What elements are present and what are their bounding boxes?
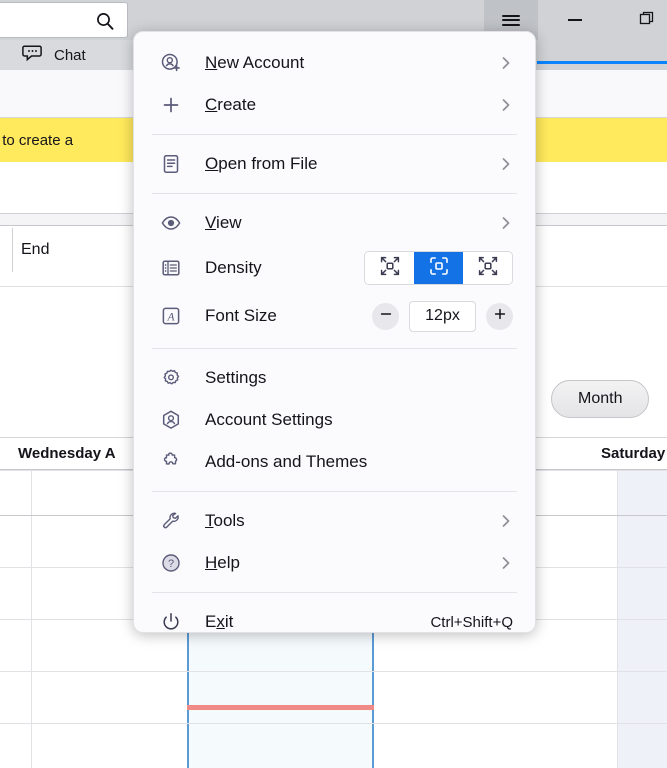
menu-item-font-size: A Font Size 12px	[134, 292, 535, 340]
search-icon	[95, 11, 115, 31]
menu-separator	[152, 193, 517, 194]
chevron-right-icon	[499, 216, 513, 230]
chevron-right-icon	[499, 98, 513, 112]
menu-separator	[152, 348, 517, 349]
menu-item-view[interactable]: View	[134, 202, 535, 244]
chevron-right-icon	[499, 157, 513, 171]
app-menu-panel: New Account Create Open fro	[133, 31, 536, 633]
font-size-decrease-button[interactable]	[372, 303, 399, 330]
menu-item-new-account-label: New Account	[205, 53, 304, 73]
density-option-relaxed[interactable]	[463, 252, 512, 284]
menu-item-open-from-file-label: Open from File	[205, 154, 317, 174]
menu-item-font-size-label: Font Size	[205, 306, 277, 326]
plus-icon	[492, 306, 508, 327]
account-icon	[160, 409, 182, 431]
menu-item-settings[interactable]: Settings	[134, 357, 535, 399]
density-icon	[160, 257, 182, 279]
menu-item-new-account[interactable]: New Account	[134, 42, 535, 84]
chat-bubble-icon	[22, 43, 44, 68]
menu-item-create[interactable]: Create	[134, 84, 535, 126]
menu-item-help-label: Help	[205, 553, 240, 573]
document-icon	[160, 153, 182, 175]
calendar-day-header-wednesday: Wednesday A	[18, 445, 116, 462]
font-size-icon: A	[160, 305, 182, 327]
density-compact-icon	[378, 254, 402, 283]
new-account-icon	[160, 52, 182, 74]
menu-item-tools-label: Tools	[205, 511, 245, 531]
menu-item-open-from-file[interactable]: Open from File	[134, 143, 535, 185]
end-cell: End	[12, 228, 49, 272]
menu-item-density-label: Density	[205, 258, 262, 278]
density-default-icon	[427, 254, 451, 283]
menu-item-account-settings-label: Account Settings	[205, 410, 333, 430]
power-icon	[160, 611, 182, 633]
tab-chat-label: Chat	[54, 47, 86, 64]
screen: Chat w one to create a End Month Wednesd…	[0, 0, 667, 768]
menu-separator	[152, 491, 517, 492]
density-segmented-control[interactable]	[364, 251, 513, 285]
wrench-icon	[160, 510, 182, 532]
menu-item-create-label: Create	[205, 95, 256, 115]
restore-icon	[639, 10, 655, 31]
chevron-right-icon	[499, 556, 513, 570]
menu-item-exit-shortcut: Ctrl+Shift+Q	[430, 614, 513, 631]
menu-item-exit-label: Exit	[205, 612, 233, 632]
hamburger-icon	[502, 12, 520, 28]
menu-item-tools[interactable]: Tools	[134, 500, 535, 542]
notification-message: w one to create a	[0, 132, 73, 149]
active-tab-underline	[537, 61, 667, 64]
minimize-icon	[568, 19, 582, 21]
density-relaxed-icon	[476, 254, 500, 283]
calendar-day-header-saturday: Saturday	[601, 445, 665, 462]
menu-item-addons-and-themes-label: Add-ons and Themes	[205, 452, 367, 472]
end-label: End	[21, 241, 49, 259]
font-size-value[interactable]: 12px	[409, 301, 476, 332]
font-size-stepper[interactable]: 12px	[372, 301, 513, 332]
tab-chat[interactable]: Chat	[0, 40, 133, 70]
gear-icon	[160, 367, 182, 389]
menu-item-addons-and-themes[interactable]: Add-ons and Themes	[134, 441, 535, 483]
menu-item-account-settings[interactable]: Account Settings	[134, 399, 535, 441]
menu-item-view-label: View	[205, 213, 242, 233]
menu-item-density: Density	[134, 244, 535, 292]
help-icon: ?	[160, 552, 182, 574]
menu-item-settings-label: Settings	[205, 368, 266, 388]
density-option-compact[interactable]	[365, 252, 414, 284]
minimize-button[interactable]	[548, 0, 602, 40]
menu-item-help[interactable]: ? Help	[134, 542, 535, 584]
eye-icon	[160, 212, 182, 234]
month-view-button[interactable]: Month	[551, 380, 649, 418]
font-size-increase-button[interactable]	[486, 303, 513, 330]
svg-text:?: ?	[168, 558, 174, 570]
svg-text:A: A	[166, 312, 175, 324]
current-time-indicator	[187, 705, 374, 710]
puzzle-icon	[160, 451, 182, 473]
search-input[interactable]	[0, 2, 128, 38]
restore-button[interactable]	[620, 0, 667, 40]
minus-icon	[378, 306, 394, 327]
plus-icon	[160, 94, 182, 116]
density-option-default[interactable]	[414, 252, 463, 284]
chevron-right-icon	[499, 514, 513, 528]
chevron-right-icon	[499, 56, 513, 70]
menu-separator	[152, 134, 517, 135]
menu-item-exit[interactable]: Exit Ctrl+Shift+Q	[134, 601, 535, 643]
menu-separator	[152, 592, 517, 593]
